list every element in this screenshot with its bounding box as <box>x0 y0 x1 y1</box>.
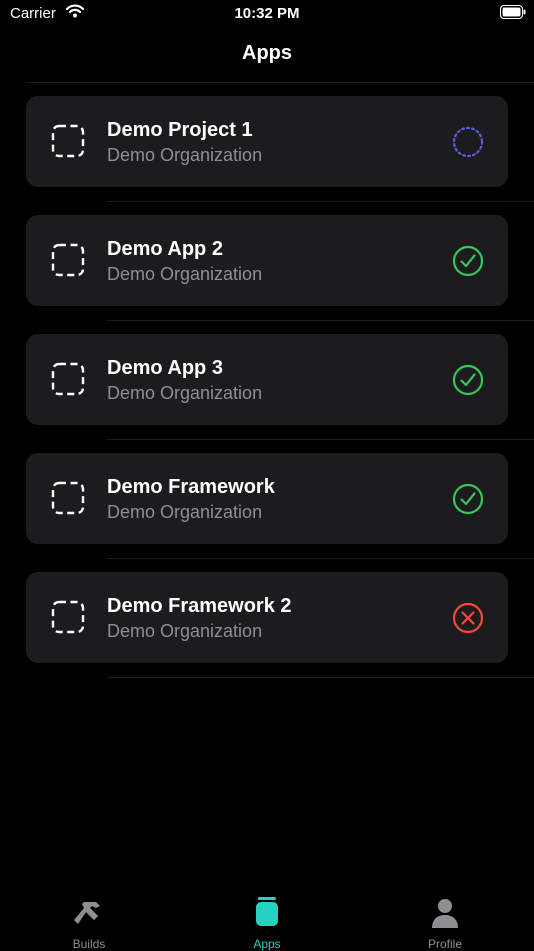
check-circle-icon <box>451 244 485 278</box>
status-bar: Carrier 10:32 PM <box>0 0 534 28</box>
app-name: Demo Framework <box>107 476 275 498</box>
row-divider <box>107 201 534 202</box>
app-placeholder-icon <box>51 243 85 277</box>
x-circle-icon <box>451 601 485 635</box>
tab-label: Builds <box>72 937 106 951</box>
row-divider <box>107 677 534 678</box>
app-list: Demo Project 1 Demo Organization Demo Ap… <box>0 96 534 691</box>
person-icon <box>426 894 464 932</box>
app-row: Demo Framework Demo Organization <box>0 453 534 572</box>
dotted-circle-icon <box>451 125 485 159</box>
app-organization: Demo Organization <box>107 264 263 284</box>
app-name: Demo Framework 2 <box>107 595 292 617</box>
app-card[interactable]: Demo Framework 2 Demo Organization <box>26 572 508 663</box>
app-name: Demo App 2 <box>107 238 223 260</box>
row-divider <box>107 439 534 440</box>
tab-apps[interactable]: Apps <box>178 886 356 951</box>
tab-bar: Builds Apps Profile <box>0 880 534 951</box>
app-placeholder-icon <box>51 600 85 634</box>
apps-icon <box>248 894 286 932</box>
tab-profile[interactable]: Profile <box>356 886 534 951</box>
app-placeholder-icon <box>51 481 85 515</box>
app-organization: Demo Organization <box>107 621 263 641</box>
app-name: Demo Project 1 <box>107 119 253 141</box>
app-placeholder-icon <box>51 362 85 396</box>
row-divider <box>107 558 534 559</box>
app-row: Demo Framework 2 Demo Organization <box>0 572 534 691</box>
page-title: Apps <box>242 42 292 64</box>
app-placeholder-icon <box>51 124 85 158</box>
app-row: Demo Project 1 Demo Organization <box>0 96 534 215</box>
tab-builds[interactable]: Builds <box>0 886 178 951</box>
nav-divider <box>26 82 534 83</box>
app-organization: Demo Organization <box>107 383 263 403</box>
app-card[interactable]: Demo App 3 Demo Organization <box>26 334 508 425</box>
app-card[interactable]: Demo App 2 Demo Organization <box>26 215 508 306</box>
app-name: Demo App 3 <box>107 357 223 379</box>
tab-label: Apps <box>253 937 281 951</box>
app-row: Demo App 2 Demo Organization <box>0 215 534 334</box>
clock: 10:32 PM <box>234 5 300 22</box>
app-card[interactable]: Demo Framework Demo Organization <box>26 453 508 544</box>
app-organization: Demo Organization <box>107 502 263 522</box>
hammer-icon <box>70 894 108 932</box>
row-divider <box>107 320 534 321</box>
app-row: Demo App 3 Demo Organization <box>0 334 534 453</box>
tab-label: Profile <box>427 937 462 951</box>
check-circle-icon <box>451 482 485 516</box>
battery-icon <box>500 5 526 19</box>
app-card[interactable]: Demo Project 1 Demo Organization <box>26 96 508 187</box>
app-organization: Demo Organization <box>107 145 263 165</box>
check-circle-icon <box>451 363 485 397</box>
